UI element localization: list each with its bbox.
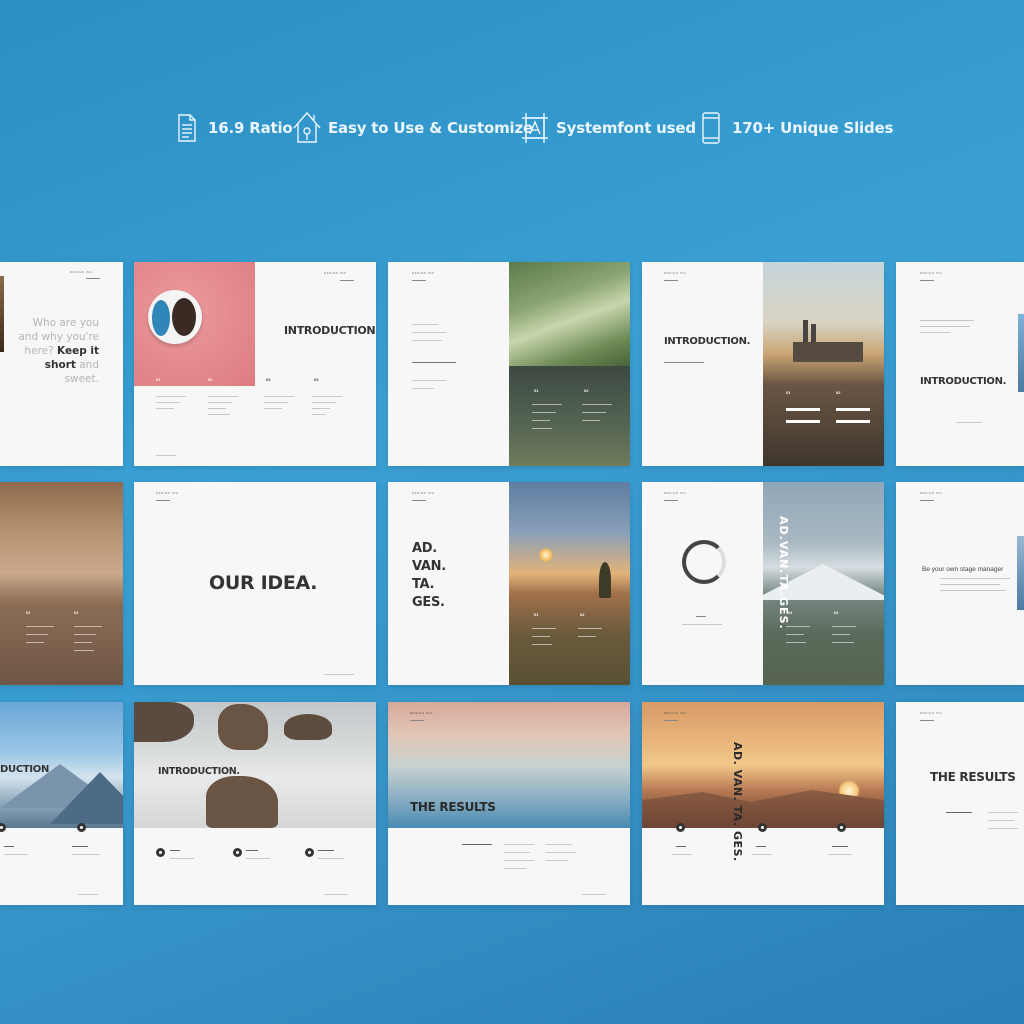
document-icon <box>172 108 202 148</box>
slide-title: INTRODUCTION. <box>920 376 1007 387</box>
slide-subtitle: Be your own stage manager <box>922 566 1004 573</box>
progress-ring <box>682 540 726 584</box>
slide-thumbnail[interactable]: DESIGN INC. INTRODUCTION. <box>896 262 1024 466</box>
slide-photo <box>509 366 630 466</box>
slide-quote: Who are you and why you're here? Keep it… <box>18 317 99 385</box>
feature-ratio: 16.9 Ratio <box>172 106 293 150</box>
slide-photo <box>134 702 376 828</box>
slide-photo <box>763 262 884 466</box>
slide-title: OUR IDEA. <box>209 572 318 594</box>
feature-customize: Easy to Use & Customize <box>292 106 533 150</box>
slide-thumbnail[interactable]: INTRODUCTION. <box>134 702 376 905</box>
slide-thumbnail[interactable]: DESIGN INC. AD. VAN. TA. GES. <box>642 702 884 905</box>
slide-title: DUCTION <box>0 764 50 775</box>
feature-label: Systemfont used <box>556 119 696 137</box>
slide-photo <box>509 262 630 366</box>
slide-title: THE RESULTS <box>930 770 1016 784</box>
slide-thumbnail[interactable]: DESIGN INC. Be your own stage manager <box>896 482 1024 685</box>
slide-thumbnail[interactable]: DESIGN INC. 01 02 <box>388 262 630 466</box>
house-icon <box>292 108 322 148</box>
slide-photo <box>0 276 4 352</box>
slide-title: AD. VAN. TA. GES. <box>412 541 446 610</box>
slide-photo <box>1017 536 1024 610</box>
phone-icon <box>696 108 726 148</box>
slide-title: INTRODUCTION. <box>664 336 751 347</box>
slide-title: INTRODUCTION. <box>158 766 240 777</box>
slide-thumbnail[interactable]: DESIGN INC. THE RESULTS <box>896 702 1024 905</box>
slide-thumbnail[interactable]: DESIGN INC. INTRODUCTION. 01 02 03 04 <box>134 262 376 466</box>
presentation-preview-page: { "features": [ {"icon": "document-icon"… <box>0 0 1024 1024</box>
slide-photo <box>642 702 884 828</box>
slide-thumbnail[interactable]: DESIGN INC. THE RESULTS <box>388 702 630 905</box>
slide-photo <box>0 482 123 685</box>
feature-row: 16.9 Ratio Easy to Use & Customize Syste… <box>0 106 1024 150</box>
feature-label: Easy to Use & Customize <box>328 119 533 137</box>
slide-thumbnail[interactable]: DUCTION <box>0 702 123 905</box>
slide-photo <box>134 262 255 386</box>
slide-thumbnail[interactable]: DESIGN INC. OUR IDEA. <box>134 482 376 685</box>
slide-title: INTRODUCTION. <box>284 324 376 337</box>
feature-slides: 170+ Unique Slides <box>696 106 893 150</box>
slide-thumbnail[interactable]: DESIGN INC. AD. VAN. TA. GES. 01 02 <box>388 482 630 685</box>
slide-photo <box>1018 314 1024 392</box>
slide-thumbnail[interactable]: DESIGN INC. INTRODUCTION. 01 02 <box>642 262 884 466</box>
font-icon <box>520 108 550 148</box>
slide-thumbnail[interactable]: DESIGN INC. AD.VAN.TA.GES. 01 02 <box>642 482 884 685</box>
feature-label: 16.9 Ratio <box>208 119 293 137</box>
slide-thumbnail[interactable]: 01 02 <box>0 482 123 685</box>
feature-font: Systemfont used <box>520 106 696 150</box>
feature-label: 170+ Unique Slides <box>732 119 894 137</box>
slide-title-vertical: AD. VAN. TA. GES. <box>731 742 744 862</box>
slide-photo <box>509 482 630 685</box>
slide-title: THE RESULTS <box>410 800 496 814</box>
slide-thumbnail[interactable]: DESIGN INC. Who are you and why you're h… <box>0 262 123 466</box>
slide-title-vertical: AD.VAN.TA.GES. <box>777 516 790 630</box>
